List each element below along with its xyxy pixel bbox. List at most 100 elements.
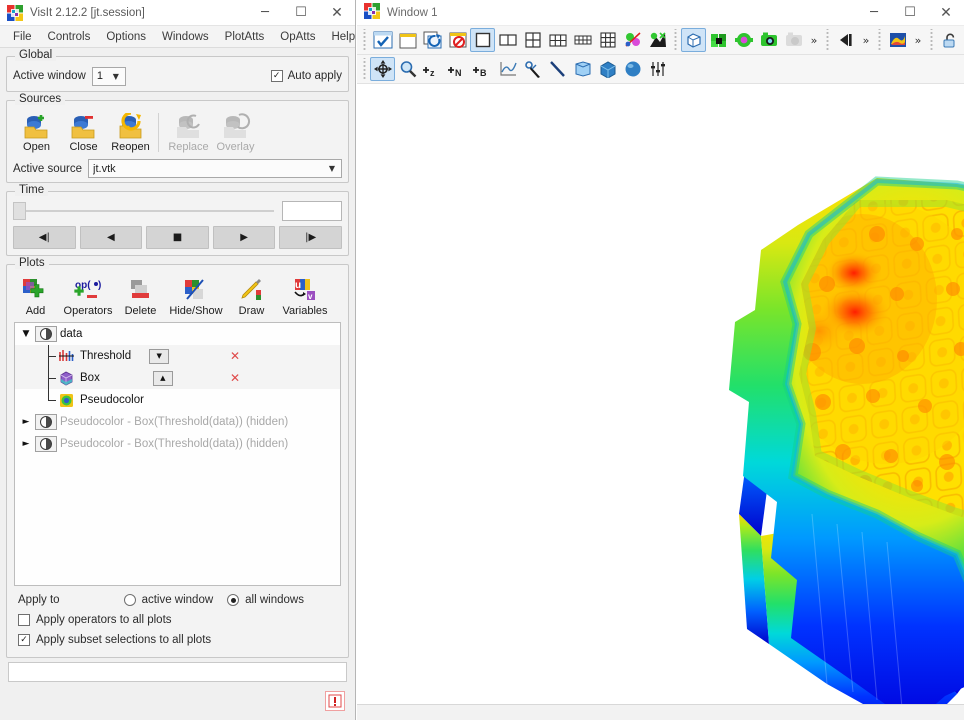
lock-icon[interactable] [937,28,962,52]
tree-row-hidden-plot-1[interactable]: ► Pseudocolor - Box(Threshold(data)) (hi… [15,411,340,433]
minimize-button[interactable]: ─ [247,0,283,26]
maximize-button[interactable]: ☐ [892,0,928,26]
tree-row-box[interactable]: Box ▲ ✕ [15,367,340,389]
lineout-tool-icon[interactable] [495,57,520,81]
clone-window-icon[interactable] [420,28,445,52]
colortable-icon[interactable] [885,28,910,52]
operators-icon: op( ) [67,277,109,304]
sphere-tool-icon[interactable] [620,57,645,81]
maximize-button[interactable]: ☐ [283,0,319,26]
toolbar-grip[interactable] [361,58,368,80]
toolbar-grip[interactable] [928,29,935,51]
line-tool-icon[interactable] [545,57,570,81]
apply-all-windows-radio[interactable] [227,594,240,606]
expand-triangle-icon[interactable]: ► [17,439,35,449]
axis-restrict-n-icon[interactable]: N [445,57,470,81]
layout-2x3-icon[interactable] [545,28,570,52]
lock-view-icon[interactable] [706,28,731,52]
tree-row-threshold[interactable]: Threshold ▼ ✕ [15,345,340,367]
toolbar-grip[interactable] [876,29,883,51]
warning-indicator-icon[interactable] [325,691,345,711]
tree-row-data[interactable]: ▼ data [15,323,340,345]
apply-operators-checkbox[interactable] [18,614,30,626]
threshold-spinner[interactable]: ▼ [149,348,170,364]
layout-1x2-icon[interactable] [495,28,520,52]
animation-rewind-icon[interactable] [833,28,858,52]
step-forward-button[interactable]: |▶ [279,226,342,249]
toolbar-grip[interactable] [824,29,831,51]
menu-controls[interactable]: Controls [40,26,99,48]
eye-toggle-icon[interactable] [35,326,57,342]
plot-list-tree[interactable]: ▼ data Threshold ▼ ✕ Box ▲ ✕ Pseudocolor… [14,322,341,586]
window-active-icon[interactable] [370,28,395,52]
time-value-field[interactable] [282,201,342,221]
variables-button[interactable]: u v Variables [275,275,335,318]
expand-triangle-icon[interactable]: ▼ [17,329,35,339]
delete-threshold-icon[interactable]: ✕ [230,349,240,363]
time-slider-handle[interactable] [13,202,26,220]
view-3d-icon[interactable] [681,28,706,52]
menu-plotatts[interactable]: PlotAtts [217,26,273,48]
overflow-chevron-icon[interactable]: » [858,28,874,52]
box-tool-icon[interactable] [595,57,620,81]
camera-icon[interactable] [781,28,806,52]
toolbar-grip[interactable] [672,29,679,51]
lock-time-icon[interactable] [756,28,781,52]
apply-active-window-radio[interactable] [123,594,136,606]
layout-2x2-icon[interactable] [520,28,545,52]
play-button[interactable]: ▶ [212,226,276,249]
expand-triangle-icon[interactable]: ► [17,417,35,427]
layout-2x4-icon[interactable] [570,28,595,52]
navigate-tool-icon[interactable] [370,57,395,81]
overlay-source-button[interactable]: Overlay [212,111,259,154]
step-back-button[interactable]: ◀| [13,226,76,249]
axis-tool-icon[interactable] [645,57,670,81]
axis-restrict-b-icon[interactable]: B [470,57,495,81]
viz-canvas[interactable] [357,84,964,704]
overflow-chevron-icon[interactable]: » [806,28,822,52]
axis-restrict-z-icon[interactable]: z [420,57,445,81]
add-plot-button[interactable]: Add [12,275,59,318]
close-button[interactable]: ✕ [319,0,355,26]
toolbar-grip[interactable] [361,29,368,51]
operators-button[interactable]: op( ) Operators [59,275,117,318]
eye-toggle-icon[interactable] [35,414,57,430]
menu-file[interactable]: File [5,26,40,48]
replace-source-button[interactable]: Replace [165,111,212,154]
minimize-button[interactable]: ─ [856,0,892,26]
menu-windows[interactable]: Windows [154,26,217,48]
hide-show-plot-button[interactable]: Hide/Show [164,275,228,318]
draw-plot-button[interactable]: Draw [228,275,275,318]
reverse-play-button[interactable]: ◀ [79,226,143,249]
reopen-source-button[interactable]: Reopen [107,111,154,154]
lock-tools-icon[interactable] [731,28,756,52]
delete-plot-button[interactable]: Delete [117,275,164,318]
plane-tool-icon[interactable] [570,57,595,81]
eye-toggle-icon[interactable] [35,436,57,452]
menu-opatts[interactable]: OpAtts [272,26,323,48]
overflow-chevron-icon[interactable]: » [910,28,926,52]
close-source-button[interactable]: Close [60,111,107,154]
delete-box-icon[interactable]: ✕ [230,371,240,385]
stop-button[interactable]: ■ [146,226,209,249]
time-slider[interactable] [13,202,274,220]
active-window-combo[interactable]: 1 ▼ [91,66,126,86]
auto-apply-checkbox[interactable]: ✓ [270,70,283,82]
active-source-combo[interactable]: jt.vtk ▼ [88,159,342,178]
copy-view-icon[interactable] [645,28,670,52]
new-window-icon[interactable] [395,28,420,52]
box-spinner[interactable]: ▲ [152,370,173,386]
apply-subset-checkbox[interactable]: ✓ [18,634,30,646]
layout-3x3-icon[interactable] [595,28,620,52]
tree-row-hidden-plot-2[interactable]: ► Pseudocolor - Box(Threshold(data)) (hi… [15,433,340,455]
delete-window-icon[interactable] [445,28,470,52]
layout-1x1-icon[interactable] [470,28,495,52]
pseudocolor-plot[interactable] [357,84,964,704]
tree-row-pseudocolor[interactable]: Pseudocolor [15,389,340,411]
pick-tool-icon[interactable] [520,57,545,81]
copy-plots-icon[interactable] [620,28,645,52]
open-source-button[interactable]: Open [13,111,60,154]
menu-options[interactable]: Options [98,26,154,48]
zoom-tool-icon[interactable] [395,57,420,81]
close-button[interactable]: ✕ [928,0,964,26]
